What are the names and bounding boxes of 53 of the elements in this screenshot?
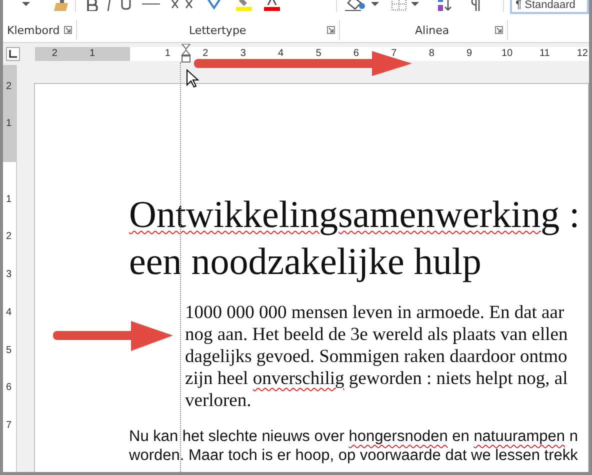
ruler-number: 7 bbox=[391, 47, 397, 61]
group-label: Lettertype bbox=[189, 24, 246, 36]
ruler-number: 4 bbox=[278, 47, 284, 61]
group-label: Klembord bbox=[7, 24, 60, 36]
ruler-number: 3 bbox=[240, 47, 246, 61]
highlighter-icon[interactable] bbox=[236, 0, 252, 11]
dialog-launcher-icon[interactable] bbox=[64, 26, 72, 34]
font-color-icon[interactable] bbox=[264, 0, 280, 11]
paint-bucket-icon[interactable] bbox=[345, 0, 368, 11]
paragraph-line: 1000 000 000 mensen leven in armoede. En dat aar bbox=[185, 302, 566, 324]
paragraph-line: zijn heel onverschilig geworden : niets helpt nog, al bbox=[185, 368, 569, 390]
ruler-number: 2 bbox=[202, 47, 208, 61]
paragraph-line: worden. Maar toch is er hoop, op voorwaarde dat we lessen trekk bbox=[129, 446, 579, 465]
dropdown-arrow-icon[interactable] bbox=[371, 2, 380, 6]
style-gallery-item[interactable]: ¶ Standaard bbox=[510, 0, 589, 14]
dialog-launcher-icon[interactable] bbox=[327, 26, 335, 34]
sort-icon[interactable] bbox=[437, 0, 454, 11]
ruler-number: 1 bbox=[6, 194, 12, 206]
ruler-number: 5 bbox=[6, 344, 12, 356]
paragraph-line: verloren. bbox=[185, 390, 252, 412]
group-label: Alinea bbox=[415, 24, 450, 36]
tab-selector[interactable] bbox=[6, 47, 20, 61]
ruler-number: 2 bbox=[6, 231, 12, 244]
dropdown-arrow-icon[interactable] bbox=[21, 1, 31, 7]
dialog-launcher-icon[interactable] bbox=[495, 26, 503, 34]
paintbrush-icon[interactable] bbox=[53, 0, 69, 11]
ruler-number: 2 bbox=[6, 80, 12, 93]
indent-marker-icon[interactable] bbox=[181, 44, 191, 63]
left-tab-icon bbox=[9, 50, 17, 58]
ruler-number: 1 bbox=[90, 47, 96, 61]
ruler-number: 12 bbox=[576, 47, 588, 61]
ruler-number: 6 bbox=[353, 47, 359, 61]
ruler-number: 10 bbox=[501, 47, 513, 61]
document-title: een noodzakelijke hulp bbox=[129, 240, 482, 285]
ruler-number: 1 bbox=[6, 118, 12, 130]
ruler-number: 4 bbox=[6, 306, 12, 319]
borders-icon[interactable] bbox=[391, 0, 408, 11]
paragraph-mark-icon[interactable] bbox=[471, 0, 482, 11]
ruler-number: 6 bbox=[6, 382, 12, 394]
paragraph-line: dagelijks gevoed. Sommigen raken daardoor ontmo bbox=[185, 346, 568, 368]
ruler-number: 8 bbox=[428, 47, 434, 61]
document-title: Ontwikkelingsamenwerking : bbox=[129, 193, 581, 238]
ruler-number: 11 bbox=[540, 47, 550, 61]
font-format-icons-drawing[interactable] bbox=[84, 0, 194, 11]
ruler-number: 1 bbox=[164, 47, 170, 61]
ruler-number: 2 bbox=[52, 47, 58, 61]
paragraph-line: nog aan. Het beeld de 3e wereld als plaats van ellen bbox=[185, 324, 569, 346]
paragraph-line: Nu kan het slechte nieuws over hongersnoden en natuurampen n bbox=[129, 427, 579, 446]
ruler-number: 9 bbox=[466, 47, 472, 61]
ruler-number: 7 bbox=[6, 420, 12, 432]
dropdown-arrow-icon[interactable] bbox=[411, 2, 420, 6]
ruler-number: 3 bbox=[6, 269, 12, 282]
ruler-number: 5 bbox=[316, 47, 322, 61]
